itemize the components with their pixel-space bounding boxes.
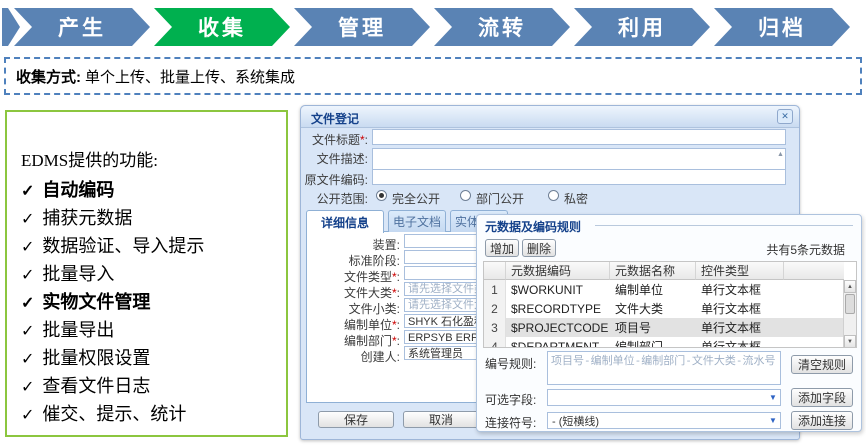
radio-secret[interactable] <box>548 190 559 201</box>
flow-step-label: 流转 <box>478 12 526 42</box>
feature-item: ✓查看文件日志 <box>21 373 276 401</box>
feature-item: ✓批量导入 <box>21 261 276 289</box>
features-title: EDMS提供的功能: <box>21 146 276 171</box>
save-button[interactable]: 保存 <box>318 411 394 428</box>
table-row-selected[interactable]: 3 $PROJECTCODE 项目号 单行文本框 <box>484 318 844 337</box>
banner-label: 收集方式: <box>16 66 81 87</box>
feature-item: ✓实物文件管理 <box>21 289 276 317</box>
dialog-titlebar[interactable]: 文件登记 ✕ <box>301 106 799 128</box>
table-row[interactable]: 1 $WORKUNIT 编制单位 单行文本框 <box>484 280 844 299</box>
delete-metadata-button[interactable]: 删除 <box>522 239 556 257</box>
flow-step-manage: 管理 <box>294 8 430 46</box>
feature-item: ✓催交、提示、统计 <box>21 401 276 429</box>
slide-canvas: 产生 收集 管理 流转 利用 归档 收集方式: 单个上传、批量上传、系统集成 E… <box>0 0 866 445</box>
legend-line <box>595 225 853 226</box>
metadata-table: 元数据编码 元数据名称 控件类型 1 $WORKUNIT 编制单位 单行文本框 … <box>483 261 857 348</box>
dialog-title: 文件登记 <box>311 110 359 127</box>
scope-label: 公开范围: <box>300 190 368 207</box>
flow-step-use: 利用 <box>574 8 710 46</box>
form-label-creator: 创建人: <box>306 348 400 365</box>
check-icon: ✓ <box>21 239 34 256</box>
check-icon: ✓ <box>21 323 34 340</box>
col-header-type[interactable]: 控件类型 <box>696 262 784 280</box>
scrollbar-thumb[interactable] <box>845 294 855 314</box>
radio-full-public[interactable] <box>376 190 387 201</box>
col-header-name[interactable]: 元数据名称 <box>610 262 696 280</box>
feature-item: ✓数据验证、导入提示 <box>21 233 276 261</box>
cancel-button[interactable]: 取消 <box>403 411 479 428</box>
orig-code-input[interactable] <box>372 169 786 185</box>
tab-detail-info[interactable]: 详细信息 <box>306 210 384 233</box>
check-icon: ✓ <box>21 211 34 228</box>
close-icon[interactable]: ✕ <box>777 109 793 124</box>
edms-features-box: EDMS提供的功能: ✓自动编码 ✓捕获元数据 ✓数据验证、导入提示 ✓批量导入… <box>5 110 288 437</box>
optional-field-select[interactable] <box>547 389 781 406</box>
scroll-up-icon[interactable]: ▲ <box>777 151 784 158</box>
feature-item: ✓自动编码 <box>21 177 276 205</box>
flow-step-label: 利用 <box>618 12 666 42</box>
orig-code-label: 原文件编码: <box>294 171 368 188</box>
connector-label: 连接符号: <box>485 414 536 431</box>
scroll-up-icon[interactable]: ▲ <box>844 280 856 293</box>
form-label-device: 装置: <box>306 236 400 253</box>
flow-step-label: 产生 <box>58 12 106 42</box>
flow-step-label: 收集 <box>198 12 246 42</box>
form-label-majorclass: 文件大类*: <box>306 284 400 301</box>
check-icon: ✓ <box>21 295 34 312</box>
add-field-button[interactable]: 添加字段 <box>791 388 853 407</box>
radio-dept-public-label[interactable]: 部门公开 <box>476 190 524 207</box>
feature-item: ✓批量导出 <box>21 317 276 345</box>
check-icon: ✓ <box>21 351 34 368</box>
rule-input[interactable] <box>547 351 781 385</box>
table-scrollbar[interactable]: ▲ ▼ <box>843 280 856 348</box>
check-icon: ✓ <box>21 183 34 200</box>
form-label-stage: 标准阶段: <box>306 252 400 269</box>
form-label-filetype: 文件类型*: <box>306 268 400 285</box>
flow-step-label: 归档 <box>758 12 806 42</box>
file-desc-label: 文件描述: <box>300 150 368 167</box>
flow-step-label: 管理 <box>338 12 386 42</box>
add-metadata-button[interactable]: 增加 <box>485 239 519 257</box>
file-title-label: 文件标题*: <box>300 131 368 148</box>
form-label-department: 编制部门*: <box>306 332 400 349</box>
feature-item: ✓捕获元数据 <box>21 205 276 233</box>
flow-step-produce: 产生 <box>14 8 150 46</box>
metadata-rules-panel: 元数据及编码规则 增加 删除 共有5条元数据 元数据编码 元数据名称 控件类型 … <box>476 214 862 432</box>
clear-rule-button[interactable]: 清空规则 <box>791 355 853 374</box>
add-connector-button[interactable]: 添加连接 <box>791 411 853 430</box>
table-row[interactable]: 4 $DEPARTMENT 编制部门 单行文本框 <box>484 337 844 348</box>
radio-secret-label[interactable]: 私密 <box>564 190 588 207</box>
flow-step-flow: 流转 <box>434 8 570 46</box>
banner-text: 单个上传、批量上传、系统集成 <box>85 66 295 87</box>
radio-full-public-label[interactable]: 完全公开 <box>392 190 440 207</box>
dropdown-arrow-icon[interactable]: ▼ <box>769 416 777 425</box>
feature-item: ✓批量权限设置 <box>21 345 276 373</box>
optional-field-label: 可选字段: <box>485 391 536 408</box>
connector-select[interactable]: - (短横线) <box>547 412 781 429</box>
flow-step-collect-active: 收集 <box>154 8 290 46</box>
check-icon: ✓ <box>21 267 34 284</box>
check-icon: ✓ <box>21 407 34 424</box>
form-label-workunit: 编制单位*: <box>306 316 400 333</box>
flow-step-archive: 归档 <box>714 8 850 46</box>
panel-legend: 元数据及编码规则 <box>485 218 581 235</box>
collect-method-banner: 收集方式: 单个上传、批量上传、系统集成 <box>4 57 862 95</box>
check-icon: ✓ <box>21 379 34 396</box>
col-header-blank[interactable] <box>784 262 844 280</box>
dropdown-arrow-icon[interactable]: ▼ <box>769 393 777 402</box>
radio-dept-public[interactable] <box>460 190 471 201</box>
form-label-minorclass: 文件小类: <box>306 300 400 317</box>
scroll-down-icon[interactable]: ▼ <box>844 335 856 348</box>
rule-label: 编号规则: <box>485 355 536 372</box>
flow-lead-fragment <box>2 8 20 46</box>
col-header-rownum[interactable] <box>484 262 506 280</box>
metadata-count: 共有5条元数据 <box>766 241 845 258</box>
col-header-code[interactable]: 元数据编码 <box>506 262 610 280</box>
table-row[interactable]: 2 $RECORDTYPE 文件大类 单行文本框 <box>484 299 844 318</box>
tab-electronic-doc[interactable]: 电子文档 <box>388 210 446 232</box>
file-title-input[interactable] <box>372 129 786 145</box>
